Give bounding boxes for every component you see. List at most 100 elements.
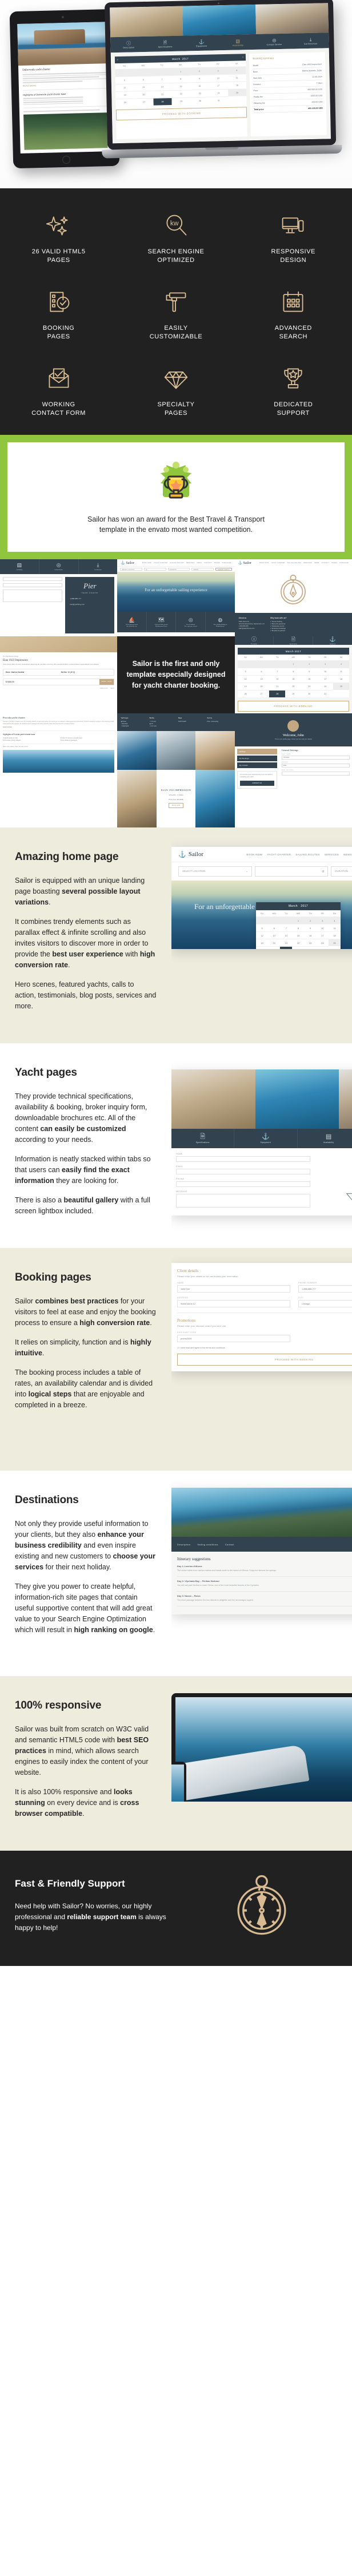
search-yachts-button[interactable]: SEARCH YACHTS [215, 568, 232, 571]
booking-field-group[interactable]: PHONE NUMBER 1-888-888-777 [298, 1282, 352, 1293]
settings-field-group[interactable]: GENDER Male [281, 762, 350, 768]
calendar-day[interactable]: 1 [285, 660, 302, 668]
calendar-day[interactable]: 3 [317, 660, 334, 668]
nav-item[interactable]: SERVICES [186, 562, 195, 564]
calendar-day[interactable]: 9 [301, 668, 318, 676]
calendar-day[interactable]: 5 [115, 76, 134, 84]
calendar-day[interactable]: 6 [253, 668, 270, 676]
mini-nav[interactable]: BOOK NOW YACHT CHARTER SAILING ROUTES SERVI… [259, 562, 349, 564]
collage-cell-deals[interactable]: Our Exclusive Deals Elan 1923 Impression… [0, 636, 118, 713]
tab-contact-broker[interactable]: ◎ Contact Broker [256, 37, 293, 46]
calendar-days-grid[interactable]: 1 2 3 4 5 6 7 8 9 10 11 12 13 14 15 16 17 18 19 20 21 22 23 24 2… [237, 660, 349, 698]
date-field[interactable]: ▤ [254, 866, 329, 877]
broker-message-field[interactable] [3, 590, 63, 602]
tab-contact-broker-mini[interactable]: ◎ Contact Broker [38, 559, 78, 574]
select-location-field[interactable]: SELECT LOCATION ⌄ [178, 866, 252, 877]
calendar-day[interactable]: 21 [153, 90, 172, 98]
collage-cell-destination[interactable]: Procida yacht charter Nestled in the Bay… [0, 713, 118, 827]
nav-item[interactable]: SAILING ROUTES [287, 562, 302, 564]
calendar-day[interactable]: 24 [317, 683, 334, 691]
sidebar-item-settings[interactable]: Settings [237, 749, 277, 754]
yacht-photo[interactable] [195, 731, 235, 770]
nav-item[interactable]: SERVICES [303, 562, 312, 564]
calendar-prev-button[interactable]: ‹ [117, 58, 118, 62]
sidebar-item-my-bookings[interactable]: My Bookings [237, 756, 277, 761]
calendar-day[interactable]: 4 [328, 916, 341, 924]
promo-fields[interactable]: DISCOUNT CODE promo2024 [177, 1331, 352, 1342]
mini-search-bar[interactable]: SELECT LOCATION ▤ DURATION CABINS SEARCH… [117, 566, 235, 572]
sidebar-item-my-reviews[interactable]: My reviews [237, 762, 277, 768]
settings-field[interactable] [281, 772, 350, 776]
calendar-day[interactable]: 3 [316, 916, 329, 924]
calendar-day[interactable]: 23 [304, 939, 317, 946]
contact-us-button[interactable]: CONTACT US [239, 781, 274, 786]
yacht-card-book-button[interactable]: BOOK NOW [168, 803, 184, 809]
yacht-photo[interactable] [195, 769, 235, 827]
calendar-day[interactable]: 23 [190, 89, 210, 98]
tab-description[interactable]: ⓘ Description [110, 40, 147, 49]
tab-get-brochure-mini[interactable]: ⤓ Get Brochure [78, 559, 118, 574]
calendar-day[interactable]: 12 [237, 675, 254, 683]
terms-checkbox[interactable]: ☑ I have read and agree to the terms and… [177, 1347, 352, 1349]
nav-item[interactable]: BOOK NOW [246, 853, 262, 856]
calendar-days-grid[interactable]: 1 2 3 4 5 6 7 8 9 10 11 12 13 14 15 16 17 18 19 20 21 22 23 24 2… [256, 916, 341, 949]
duration-field[interactable]: DURATION [167, 568, 190, 571]
nav-sailing-conditions[interactable]: Sailing conditions [197, 1543, 218, 1546]
tab-specifications[interactable]: 🗎 Specifications [147, 39, 183, 48]
tab-equipment[interactable]: ⚓ Equipment [183, 39, 220, 47]
message-field[interactable] [176, 1194, 311, 1208]
calendar-day[interactable]: 16 [301, 675, 318, 683]
calendar-day[interactable]: 16 [304, 931, 317, 939]
calendar-day[interactable]: 2 [301, 660, 318, 668]
calendar-day[interactable]: 13 [134, 83, 153, 91]
promo-win-holiday[interactable]: ◍ Win a Sailing Holiday in Mediterranean! [205, 612, 235, 632]
tab-availability[interactable]: ▤ Availability [219, 38, 256, 46]
calendar-day[interactable]: 22 [171, 90, 191, 98]
calendar-day[interactable]: 27 [253, 690, 270, 698]
calendar-day[interactable]: 14 [269, 675, 286, 683]
calendar-day[interactable]: 10 [317, 668, 334, 676]
calendar-day[interactable]: 7 [269, 668, 286, 676]
nav-description[interactable]: Description [177, 1543, 190, 1546]
nav-item[interactable]: YACHT CHARTER [154, 562, 167, 564]
calendar-day[interactable]: 12 [256, 931, 269, 939]
calendar-day[interactable]: 6 [268, 924, 281, 931]
nav-item[interactable]: SAILING ROUTES [170, 562, 184, 564]
nav-item[interactable]: BOOK NOW [142, 562, 151, 564]
calendar-day[interactable]: 19 [115, 91, 135, 99]
mini-nav[interactable]: BOOK NOW YACHT CHARTER SAILING ROUTES SERVI… [142, 562, 231, 564]
tab-get-brochure[interactable]: ⤓ Get Brochure [293, 37, 329, 45]
calendar-day[interactable]: 9 [304, 924, 317, 931]
settings-field-group[interactable]: FIRST NAME Johnatan [281, 754, 350, 760]
nav-item[interactable]: PURCHASE [222, 562, 231, 564]
proceed-with-booking-button[interactable]: PROCEED WITH BOOKING [115, 107, 247, 121]
collage-cell-availability[interactable]: ⓘ Description 🗎 Specifications ⚓ Equipment … [234, 636, 352, 713]
nav-item[interactable]: CONTACT [321, 562, 329, 564]
destination-nav[interactable]: Description Sailing conditions Contact [171, 1537, 352, 1552]
booking-field[interactable]: 1-888-888-777 [298, 1285, 352, 1293]
filter-yacht-type[interactable]: Yacht type ◉ Power ○ Monohull ○ Catamaran [121, 717, 145, 728]
calendar-day[interactable]: 26 [256, 946, 269, 949]
calendar-day[interactable]: 20 [268, 939, 281, 946]
tablet-read-more-link[interactable]: READ MORE [23, 83, 106, 87]
calendar-day[interactable]: 8 [171, 75, 190, 83]
tablet-home-button[interactable] [62, 155, 71, 164]
discount-code-group[interactable]: DISCOUNT CODE promo2024 [177, 1331, 290, 1342]
calendar-day[interactable]: 27 [268, 946, 281, 949]
calendar-day[interactable]: 10 [316, 924, 329, 931]
calendar-day[interactable]: 18 [333, 675, 349, 683]
nav-item[interactable]: BOOK NOW [259, 562, 269, 564]
calendar-day[interactable]: 28 [280, 946, 293, 949]
booking-field[interactable]: John Doe [177, 1285, 290, 1293]
calendar-day[interactable]: 17 [316, 931, 329, 939]
calendar-day[interactable]: 7 [280, 924, 293, 931]
general-settings-fields[interactable]: FIRST NAME Johnatan GENDER Male EMAIL ADDRES… [281, 754, 350, 776]
search-bar[interactable]: SELECT LOCATION⌄ ▤ DURATION⌄ [171, 862, 352, 881]
calendar-day[interactable]: 22 [292, 939, 305, 946]
tab-availability-mini[interactable]: ▤ Availability [0, 559, 39, 574]
nav-item[interactable]: CONTACT [204, 562, 212, 564]
mini-calendar[interactable]: March 2017 SU MO TU WE TH FR SA 1 2 3 4 5 6 7 8 9 10 11 1… [237, 648, 349, 698]
broker-name-field[interactable] [3, 577, 63, 581]
availability-calendar[interactable]: ‹ March 2017 › SU MO TU WE TH FR SA 1234567891… [114, 54, 248, 140]
calendar-day[interactable]: 5 [256, 924, 269, 931]
